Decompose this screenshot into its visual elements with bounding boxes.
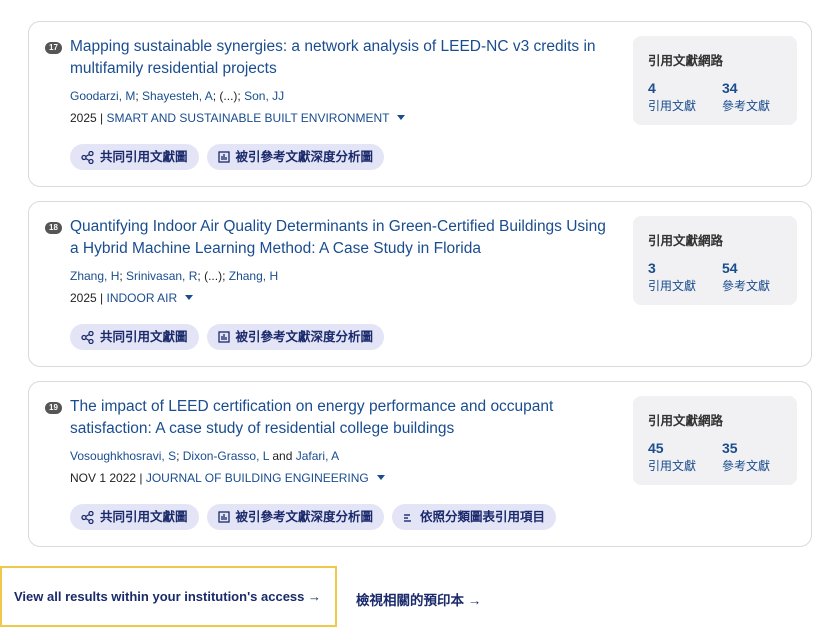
- citation-network-title: 引用文獻網路: [648, 234, 724, 248]
- co-citation-map-button[interactable]: 共同引用文獻圖: [70, 504, 199, 530]
- authors-more[interactable]: (...): [204, 269, 222, 283]
- result-card: 18 Quantifying Indoor Air Quality Determ…: [28, 201, 812, 367]
- citations-count-link[interactable]: 3 引用文獻: [648, 260, 696, 294]
- chart-box-icon: [217, 331, 230, 343]
- author-link[interactable]: Shayesteh, A: [142, 89, 213, 103]
- references-count: 54: [722, 260, 738, 276]
- chart-box-icon: [217, 151, 230, 163]
- references-count: 35: [722, 440, 738, 456]
- result-title-link[interactable]: Mapping sustainable synergies: a network…: [70, 36, 615, 80]
- authors-more[interactable]: (...): [219, 89, 237, 103]
- list-lines-icon: [404, 513, 412, 522]
- result-meta: 2025 | SMART AND SUSTAINABLE BUILT ENVIR…: [70, 110, 406, 126]
- author-link[interactable]: Jafari, A: [296, 449, 339, 463]
- result-number-badge: 18: [45, 222, 62, 234]
- chevron-down-icon[interactable]: [185, 295, 194, 300]
- result-number-badge: 19: [45, 402, 62, 414]
- author-link[interactable]: Vosoughkhosravi, S: [70, 449, 176, 463]
- co-citation-map-button[interactable]: 共同引用文獻圖: [70, 324, 199, 350]
- result-title-link[interactable]: Quantifying Indoor Air Quality Determina…: [70, 216, 615, 260]
- references-label: 參考文獻: [722, 99, 771, 113]
- deep-analysis-button[interactable]: 被引參考文獻深度分析圖: [206, 324, 385, 350]
- pill-label: 共同引用文獻圖: [100, 330, 188, 344]
- citation-network-title: 引用文獻網路: [648, 54, 724, 68]
- author-link[interactable]: Goodarzi, M: [70, 89, 135, 103]
- author-link[interactable]: Zhang, H: [70, 269, 119, 283]
- references-label: 參考文獻: [722, 459, 771, 473]
- result-card: 17 Mapping sustainable synergies: a netw…: [28, 21, 812, 187]
- references-label: 參考文獻: [722, 279, 771, 293]
- result-actions: 共同引用文獻圖 被引參考文獻深度分析圖: [70, 144, 385, 170]
- chevron-down-icon[interactable]: [376, 475, 385, 480]
- classify-citations-button[interactable]: 依照分類圖表引用項目: [392, 504, 557, 530]
- result-card: 19 The impact of LEED certification on e…: [28, 381, 812, 547]
- references-count: 34: [722, 80, 738, 96]
- references-count-link[interactable]: 34 參考文獻: [722, 80, 770, 114]
- result-meta: 2025 | INDOOR AIR: [70, 290, 194, 306]
- citations-label: 引用文獻: [648, 99, 697, 113]
- journal-link[interactable]: JOURNAL OF BUILDING ENGINEERING: [146, 471, 369, 485]
- result-number-badge: 17: [45, 42, 62, 54]
- deep-analysis-button[interactable]: 被引參考文獻深度分析圖: [206, 144, 385, 170]
- citation-network-title: 引用文獻網路: [648, 414, 724, 428]
- share-nodes-icon: [81, 330, 94, 344]
- related-preprints-link[interactable]: 檢視相關的預印本 →: [356, 589, 481, 609]
- references-count-link[interactable]: 54 參考文獻: [722, 260, 770, 294]
- references-count-link[interactable]: 35 參考文獻: [722, 440, 770, 474]
- journal-link[interactable]: SMART AND SUSTAINABLE BUILT ENVIRONMENT: [107, 111, 390, 125]
- pill-label: 被引參考文獻深度分析圖: [235, 330, 374, 344]
- co-citation-map-button[interactable]: 共同引用文獻圖: [70, 144, 199, 170]
- authors-and: and: [272, 449, 293, 463]
- publication-date: 2025: [70, 291, 97, 305]
- share-nodes-icon: [81, 150, 94, 164]
- publication-date: NOV 1 2022: [70, 471, 137, 485]
- chart-box-icon: [217, 511, 230, 523]
- result-authors: Zhang, H; Srinivasan, R; (...); Zhang, H: [70, 269, 279, 283]
- citations-count: 3: [648, 260, 656, 276]
- pill-label: 共同引用文獻圖: [100, 510, 188, 524]
- citation-network-box: 引用文獻網路 45 引用文獻 35 參考文獻: [633, 396, 797, 485]
- deep-analysis-button[interactable]: 被引參考文獻深度分析圖: [206, 504, 385, 530]
- citation-network-box: 引用文獻網路 3 引用文獻 54 參考文獻: [633, 216, 797, 305]
- publication-date: 2025: [70, 111, 97, 125]
- result-title-link[interactable]: The impact of LEED certification on ener…: [70, 396, 615, 440]
- citations-label: 引用文獻: [648, 459, 697, 473]
- share-nodes-icon: [81, 510, 94, 524]
- pill-label: 被引參考文獻深度分析圖: [235, 510, 374, 524]
- citations-count: 45: [648, 440, 664, 456]
- result-authors: Goodarzi, M; Shayesteh, A; (...); Son, J…: [70, 89, 285, 103]
- pill-label: 共同引用文獻圖: [100, 150, 188, 164]
- author-link[interactable]: Srinivasan, R: [126, 269, 197, 283]
- pill-label: 被引參考文獻深度分析圖: [235, 150, 374, 164]
- chevron-down-icon[interactable]: [397, 115, 406, 120]
- citations-label: 引用文獻: [648, 279, 697, 293]
- citations-count-link[interactable]: 4 引用文獻: [648, 80, 696, 114]
- author-link[interactable]: Son, JJ: [244, 89, 284, 103]
- view-all-results-link[interactable]: View all results within your institution…: [0, 566, 337, 627]
- result-actions: 共同引用文獻圖 被引參考文獻深度分析圖: [70, 324, 385, 350]
- pill-label: 依照分類圖表引用項目: [420, 510, 546, 524]
- citation-network-box: 引用文獻網路 4 引用文獻 34 參考文獻: [633, 36, 797, 125]
- journal-link[interactable]: INDOOR AIR: [107, 291, 178, 305]
- author-link[interactable]: Dixon-Grasso, L: [183, 449, 269, 463]
- citations-count: 4: [648, 80, 656, 96]
- author-link[interactable]: Zhang, H: [229, 269, 278, 283]
- result-actions: 共同引用文獻圖 被引參考文獻深度分析圖 依照分類圖表引用項目: [70, 504, 557, 530]
- result-authors: Vosoughkhosravi, S; Dixon-Grasso, L and …: [70, 449, 340, 463]
- result-meta: NOV 1 2022 | JOURNAL OF BUILDING ENGINEE…: [70, 470, 385, 486]
- citations-count-link[interactable]: 45 引用文獻: [648, 440, 696, 474]
